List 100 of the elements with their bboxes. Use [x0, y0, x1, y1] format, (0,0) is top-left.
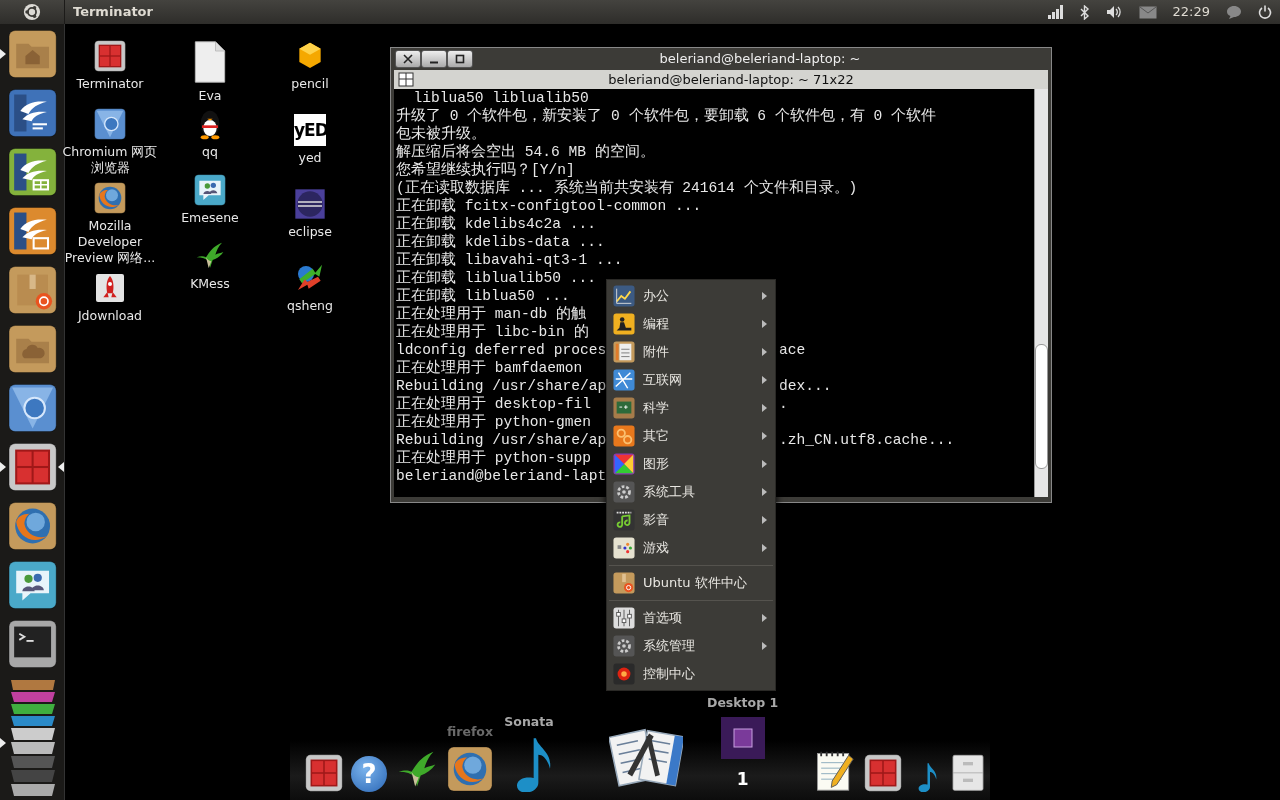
network-icon	[613, 369, 635, 391]
dock-caption: Desktop 1	[707, 693, 779, 712]
terminal-line: 包未被升级。	[396, 126, 486, 142]
terminal-line: 正在处理用于 python-supp	[396, 450, 592, 466]
clock[interactable]: 22:29	[1172, 2, 1210, 22]
spreadsheet-icon[interactable]	[7, 147, 58, 197]
terminal-line: 正在处理用于 libc-bin 的	[396, 324, 589, 340]
terminal-line: .zh_CN.utf8.cache...	[779, 431, 955, 449]
terminal-line: 正在卸载 kdelibs-data ...	[396, 234, 605, 250]
signal-icon[interactable]	[1047, 5, 1064, 19]
chart-icon	[613, 285, 635, 307]
music-note-icon	[613, 509, 635, 531]
gear-icon	[613, 635, 635, 657]
menu-item[interactable]: 影音	[607, 506, 775, 534]
ring-icon[interactable]	[7, 383, 58, 433]
workspace-thumbnail[interactable]	[720, 716, 765, 759]
package-icon[interactable]	[7, 265, 58, 315]
menu-item[interactable]: 游戏	[607, 534, 775, 562]
lens-icon	[613, 663, 635, 685]
terminal-line: 正在卸载 liblualib50 ...	[396, 270, 597, 286]
terminal-line: dex...	[779, 377, 832, 395]
menu-item[interactable]: 附件	[607, 338, 775, 366]
desktop-icon-label[interactable]: Terminator	[76, 76, 144, 92]
menu-item[interactable]: 系统工具	[607, 478, 775, 506]
mail-icon[interactable]	[1138, 5, 1157, 19]
document-icon[interactable]	[7, 88, 58, 138]
dock-caption: Sonata	[504, 713, 554, 732]
terminal-line: 解压缩后将会空出 54.6 MB 的空间。	[396, 144, 655, 160]
menu-item[interactable]: 系统管理	[607, 632, 775, 660]
desktop-icon-label[interactable]: Emesene	[181, 210, 239, 226]
maximize-button[interactable]	[447, 50, 473, 68]
desktop-icon-label[interactable]: KMess	[190, 276, 230, 292]
menu-item[interactable]: 其它	[607, 422, 775, 450]
desktop-icon-label[interactable]: Eva	[198, 88, 222, 104]
terminal-line: 正在卸载 liblua50 ...	[396, 288, 570, 304]
grid-icon[interactable]	[94, 40, 126, 72]
scrollbar[interactable]	[1034, 89, 1048, 497]
menu-item[interactable]: 办公	[607, 282, 775, 310]
split-grid-icon[interactable]	[398, 72, 414, 87]
app-title: Terminator	[73, 3, 153, 22]
menu-item[interactable]: Ubuntu 软件中心	[607, 569, 775, 597]
menu-item[interactable]: 编程	[607, 310, 775, 338]
terminal-line: Rebuilding /usr/share/ap	[396, 377, 607, 395]
calculator-icon	[613, 341, 635, 363]
ring-icon[interactable]	[94, 108, 126, 140]
terminal-line: beleriand@beleriand-lapt	[396, 468, 607, 484]
terminal-line: 正在卸载 libavahi-qt3-1 ...	[396, 252, 623, 268]
chat-people-icon[interactable]	[194, 174, 226, 206]
power-icon[interactable]	[1258, 5, 1272, 19]
scrollbar-thumb[interactable]	[1035, 344, 1048, 469]
grid-icon[interactable]	[864, 754, 903, 792]
fox-globe-icon[interactable]	[447, 746, 493, 792]
terminal-line: 正在处理用于 desktop-fil	[396, 395, 592, 413]
ubuntu-logo-icon[interactable]	[23, 3, 41, 21]
fox-globe-icon[interactable]	[94, 182, 126, 214]
presentation-icon[interactable]	[7, 206, 58, 256]
desktop-icon-label[interactable]: Jdownload	[77, 308, 143, 324]
grid-icon[interactable]	[7, 442, 58, 492]
color-wheel-icon	[613, 453, 635, 475]
desktop-icon-label[interactable]: qsheng	[287, 298, 333, 314]
fox-globe-icon[interactable]	[7, 501, 58, 551]
sphere-icon[interactable]	[294, 188, 326, 220]
chat-people-icon[interactable]	[7, 560, 58, 610]
cloud-folder-icon[interactable]	[7, 324, 58, 374]
desktop-icon-label[interactable]: yed	[298, 150, 322, 166]
minimize-button[interactable]	[421, 50, 447, 68]
volume-icon[interactable]	[1105, 5, 1123, 19]
terminal-line: 升级了 0 个软件包，新安装了 0 个软件包，要卸载 6 个软件包，有 0 个软件	[396, 108, 937, 124]
menu-item[interactable]: 图形	[607, 450, 775, 478]
menu-item[interactable]: 科学	[607, 394, 775, 422]
terminal-line: 正在处理用于 python-gmen	[396, 414, 592, 430]
desktop-icon-label[interactable]: pencil	[291, 76, 329, 92]
terminal-line: 您希望继续执行吗？[Y/n]	[396, 162, 575, 178]
menu-item[interactable]: 控制中心	[607, 660, 775, 688]
window-thumbnail-icon	[732, 727, 753, 748]
home-folder-icon[interactable]	[7, 29, 58, 79]
close-icon	[401, 53, 415, 65]
maximize-icon	[453, 53, 467, 65]
chat-bubble-icon[interactable]	[1226, 5, 1242, 19]
menu-item[interactable]: 互联网	[607, 366, 775, 394]
terminal-line: 正在处理用于 bamfdaemon	[396, 360, 583, 376]
close-button[interactable]	[395, 50, 421, 68]
grid-icon[interactable]	[305, 754, 343, 792]
minimize-icon	[429, 61, 439, 64]
terminal-line: 正在卸载 fcitx-configtool-common ...	[396, 198, 702, 214]
bluetooth-icon[interactable]	[1079, 4, 1090, 20]
terminal-icon[interactable]	[7, 619, 58, 669]
desktop-icon-label[interactable]: Chromium 网页浏览器	[60, 144, 160, 176]
terminal-line: 正在卸载 kdelibs4c2a ...	[396, 216, 597, 232]
desktop-icon-label[interactable]: eclipse	[288, 224, 332, 240]
terminal-line: ldconfig deferred proces	[396, 341, 607, 359]
desktop-icon-label[interactable]: Mozilla Developer Preview 网络...	[60, 218, 160, 266]
window-title: beleriand@beleriand-laptop: ~	[658, 50, 862, 69]
terminal-line: ace	[779, 341, 806, 359]
rocket-icon[interactable]	[94, 272, 126, 304]
gamepad-icon	[613, 537, 635, 559]
terminal-line: 正在处理用于 man-db 的触	[396, 306, 587, 322]
menu-item[interactable]: 首选项	[607, 604, 775, 632]
desktop-icon-label[interactable]: qq	[202, 144, 218, 160]
package-icon	[613, 572, 635, 594]
